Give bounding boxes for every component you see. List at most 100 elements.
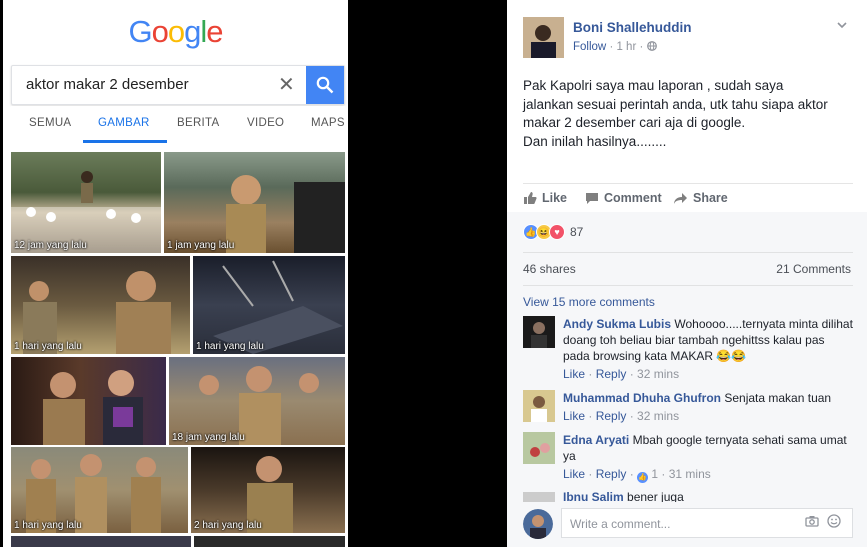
comments-count[interactable]: 21 Comments <box>776 262 851 276</box>
image-result[interactable] <box>11 536 191 547</box>
commenter-name[interactable]: Muhammad Dhuha Ghufron <box>563 391 721 405</box>
post-meta: Follow · 1 hr · <box>573 41 657 53</box>
like-button[interactable]: Like <box>523 191 567 205</box>
comment-like-link[interactable]: Like <box>563 409 585 423</box>
post-actions: Like Comment Share <box>523 183 853 211</box>
clear-icon[interactable]: ✕ <box>278 72 295 97</box>
camera-icon[interactable] <box>805 515 819 527</box>
comment: Ibnu Salim bener juga <box>523 492 853 502</box>
image-result[interactable] <box>11 357 166 445</box>
comment-text: Senjata makan tuan <box>724 391 832 405</box>
commenter-avatar[interactable] <box>523 492 555 502</box>
emoji-icon[interactable] <box>827 514 841 528</box>
follow-link[interactable]: Follow <box>573 41 606 53</box>
image-caption: 1 hari yang lalu <box>196 341 264 352</box>
image-results-grid: 12 jam yang lalu 1 jam yang lalu 1 hari … <box>11 150 345 547</box>
comment-time[interactable]: 32 mins <box>637 409 679 423</box>
post-text: Pak Kapolri saya mau laporan , sudah say… <box>523 77 858 151</box>
comment-footer: Like · Reply · 32 mins <box>563 367 680 381</box>
avatar-image <box>523 432 555 464</box>
image-result[interactable]: 1 jam yang lalu <box>164 152 345 253</box>
search-button[interactable] <box>306 66 344 104</box>
comment-time[interactable]: 31 mins <box>669 467 711 481</box>
post-text-line: Dan inilah hasilnya........ <box>523 133 667 149</box>
image-officer <box>23 271 171 354</box>
search-box[interactable]: aktor makar 2 desember ✕ <box>11 65 345 105</box>
comment-reply-link[interactable]: Reply <box>596 367 627 381</box>
comment: Edna Aryati Mbah google ternyata sehati … <box>523 432 853 484</box>
image-officer <box>226 175 345 253</box>
image-result[interactable]: 2 hari yang lalu <box>191 447 345 533</box>
search-input[interactable]: aktor makar 2 desember <box>26 76 189 93</box>
comment-footer: Like · Reply · 32 mins <box>563 409 680 423</box>
comment-body: Edna Aryati Mbah google ternyata sehati … <box>563 432 853 483</box>
commenter-avatar[interactable] <box>523 432 555 464</box>
commenter-avatar[interactable] <box>523 316 555 348</box>
image-handshake <box>43 370 143 445</box>
image-caption: 1 jam yang lalu <box>167 240 235 251</box>
divider <box>523 285 853 286</box>
google-search-panel: Google aktor makar 2 desember ✕ SEMUA GA… <box>3 0 348 547</box>
author-avatar[interactable] <box>523 17 564 58</box>
comment-icon <box>586 192 598 204</box>
image-result[interactable] <box>194 536 345 547</box>
shares-count[interactable]: 46 shares <box>523 262 576 276</box>
post-feedback-area: 👍 😆 ♥ 87 46 shares 21 Comments View 15 m… <box>507 212 867 547</box>
commenter-name[interactable]: Andy Sukma Lubis <box>563 317 671 331</box>
comment: Muhammad Dhuha Ghufron Senjata makan tua… <box>523 390 853 426</box>
comment-button[interactable]: Comment <box>585 191 662 205</box>
image-result[interactable]: 18 jam yang lalu <box>169 357 345 445</box>
tab-gambar[interactable]: GAMBAR <box>98 117 150 129</box>
image-caption: 1 hari yang lalu <box>14 341 82 352</box>
chevron-down-icon[interactable] <box>837 20 847 30</box>
google-logo[interactable]: Google <box>3 14 348 50</box>
avatar-image <box>523 17 564 58</box>
screenshot-composite: Google aktor makar 2 desember ✕ SEMUA GA… <box>0 0 867 547</box>
view-more-comments-link[interactable]: View 15 more comments <box>523 295 655 309</box>
like-badge-icon: 👍 <box>637 472 649 483</box>
avatar-image <box>523 509 553 539</box>
tab-maps[interactable]: MAPS <box>311 117 345 129</box>
share-button[interactable]: Share <box>673 191 728 205</box>
commenter-name[interactable]: Ibnu Salim <box>563 492 624 502</box>
comment-like-count[interactable]: 👍 1 <box>637 467 658 483</box>
write-comment-row: Write a comment... <box>523 506 853 542</box>
comment-body: Ibnu Salim bener juga <box>563 492 853 502</box>
reactions-summary[interactable]: 👍 😆 ♥ 87 <box>523 224 583 240</box>
image-riot <box>213 260 343 354</box>
post-time[interactable]: 1 hr <box>616 41 636 53</box>
image-caption: 1 hari yang lalu <box>14 520 82 531</box>
post-text-line: jalankan sesuai perintah anda, utk tahu … <box>523 96 828 112</box>
author-name[interactable]: Boni Shallehuddin <box>573 20 692 35</box>
post-text-line: Pak Kapolri saya mau laporan , sudah say… <box>523 78 784 93</box>
comment-body: Andy Sukma Lubis Wohoooo.....ternyata mi… <box>563 316 853 382</box>
image-crowd <box>11 171 161 253</box>
comment-reply-link[interactable]: Reply <box>596 409 627 423</box>
image-caption: 18 jam yang lalu <box>172 432 245 443</box>
commenter-avatar[interactable] <box>523 390 555 422</box>
globe-icon <box>646 41 657 51</box>
image-caption: 2 hari yang lalu <box>194 520 262 531</box>
tab-video[interactable]: VIDEO <box>247 117 284 129</box>
image-result[interactable]: 1 hari yang lalu <box>11 447 188 533</box>
commenter-name[interactable]: Edna Aryati <box>563 433 629 447</box>
current-user-avatar <box>523 509 553 539</box>
comment-reply-link[interactable]: Reply <box>596 467 627 481</box>
comment-like-link[interactable]: Like <box>563 367 585 381</box>
avatar-image <box>523 390 555 422</box>
facebook-post: Boni Shallehuddin Follow · 1 hr · Pak Ka… <box>507 0 867 547</box>
active-tab-indicator <box>83 140 167 143</box>
comment-like-link[interactable]: Like <box>563 467 585 481</box>
tab-semua[interactable]: SEMUA <box>29 117 71 129</box>
thumbs-up-icon <box>524 192 537 204</box>
comment-time[interactable]: 32 mins <box>637 367 679 381</box>
comment-emoji: 😂😂 <box>716 349 747 363</box>
avatar-image <box>523 492 555 502</box>
image-result[interactable]: 1 hari yang lalu <box>193 256 345 354</box>
image-result[interactable]: 12 jam yang lalu <box>11 152 161 253</box>
share-icon <box>674 192 687 204</box>
image-caption: 12 jam yang lalu <box>14 240 87 251</box>
search-tabs: SEMUA GAMBAR BERITA VIDEO MAPS <box>11 106 345 143</box>
image-result[interactable]: 1 hari yang lalu <box>11 256 190 354</box>
tab-berita[interactable]: BERITA <box>177 117 219 129</box>
